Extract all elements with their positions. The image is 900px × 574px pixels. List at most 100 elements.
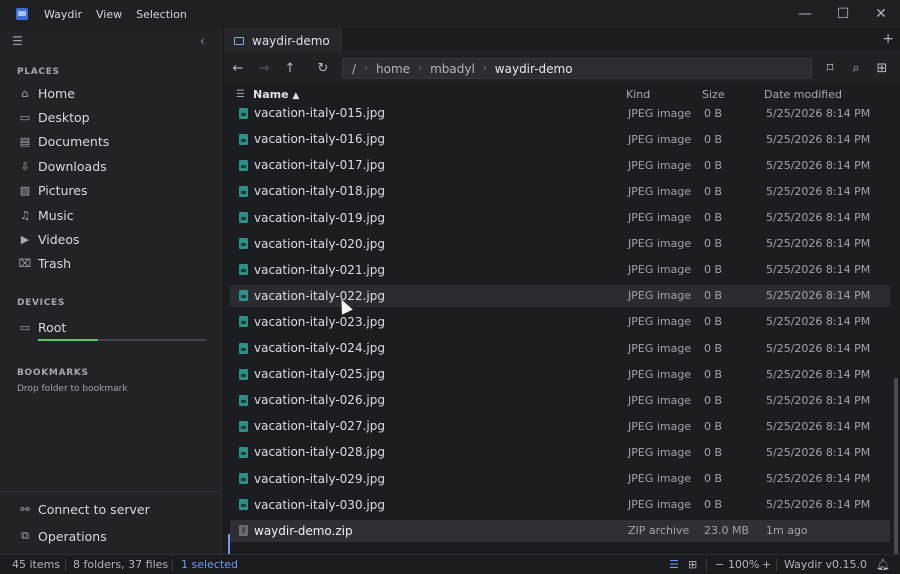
table-row[interactable]: vacation-italy-023.jpg JPEG image 0 B 5/25/… [230, 311, 890, 333]
back-icon[interactable]: ← [227, 58, 249, 78]
file-name: vacation-italy-023.jpg [254, 314, 385, 329]
minimize-icon[interactable]: — [786, 0, 824, 28]
sidebar-item-pictures[interactable]: ▨ Pictures [12, 179, 212, 203]
table-row[interactable]: vacation-italy-022.jpg JPEG image 0 B 5/25/… [230, 284, 890, 307]
column-name[interactable]: Name ▲ [253, 88, 299, 101]
table-row[interactable]: vacation-italy-029.jpg JPEG image 0 B 5/25/… [230, 468, 890, 490]
scrollbar-thumb[interactable] [894, 378, 898, 554]
collapse-sidebar-icon[interactable]: ‹ [200, 34, 205, 48]
sidebar-settings-icon[interactable]: ☰ [12, 34, 23, 48]
table-row[interactable]: vacation-italy-027.jpg JPEG image 0 B 5/25/… [230, 415, 890, 437]
pictures-icon: ▨ [19, 184, 31, 198]
file-kind: JPEG image [628, 315, 692, 329]
device-root[interactable]: ▭ Root [12, 315, 212, 339]
menu-view[interactable]: View [96, 8, 122, 21]
table-row[interactable]: vacation-italy-024.jpg JPEG image 0 B 5/25/… [230, 337, 890, 359]
file-date-modified: 1m ago [766, 524, 808, 538]
file-size: 0 B [704, 211, 723, 224]
file-list[interactable]: vacation-italy-014.jpgJPEG image0 B5/25/… [228, 88, 890, 554]
file-size: 0 B [704, 393, 723, 407]
image-file-icon [239, 133, 248, 145]
new-tab-icon[interactable]: + [882, 31, 894, 47]
sidebar: ☰ ‹ PLACES ⌂ Home ▭ Desktop ▤ Documents ⇩ Downl… [0, 28, 222, 554]
file-kind: JPEG image [628, 184, 692, 198]
maximize-icon[interactable]: ☐ [824, 0, 862, 28]
table-row[interactable]: vacation-italy-017.jpg JPEG image 0 B 5/25/… [230, 154, 890, 176]
breadcrumb-root[interactable]: / [352, 62, 356, 76]
sidebar-item-music[interactable]: ♫ Music [12, 203, 212, 227]
breadcrumb-mbadyl[interactable]: mbadyl [430, 62, 475, 76]
columns-settings-icon[interactable]: ☰ [236, 89, 245, 100]
breadcrumb[interactable]: / › home › mbadyl › waydir-demo [342, 58, 812, 79]
status-bar: 45 items 8 folders, 37 files 1 selected … [0, 554, 900, 574]
file-name: waydir-demo.zip [254, 523, 353, 538]
table-row[interactable]: vacation-italy-026.jpg JPEG image 0 B 5/25/… [230, 389, 890, 411]
table-row[interactable]: vacation-italy-016.jpg JPEG image 0 B 5/25/… [230, 128, 890, 150]
menu-waydir[interactable]: Waydir [44, 8, 82, 21]
operations-icon: ⧉ [21, 529, 29, 542]
up-icon[interactable]: ↑ [279, 58, 301, 78]
sidebar-item-videos[interactable]: ▶ Videos [12, 227, 212, 251]
image-file-icon [239, 238, 248, 250]
toolbar: ← → ↑ ↻ / › home › mbadyl › waydir-demo … [224, 54, 900, 82]
zoom-in-icon[interactable]: + [762, 558, 771, 571]
file-date-modified: 5/25/2026 8:14 PM [766, 367, 871, 381]
file-name: vacation-italy-026.jpg [254, 393, 385, 408]
sidebar-item-trash[interactable]: ⌧ Trash [12, 252, 212, 276]
file-date-modified: 5/25/2026 8:14 PM [766, 341, 871, 355]
scrollbar[interactable] [892, 88, 900, 554]
breadcrumb-current[interactable]: waydir-demo [495, 62, 573, 76]
list-view-icon[interactable]: ☰ [669, 558, 679, 571]
column-kind[interactable]: Kind [626, 88, 650, 101]
sidebar-item-documents[interactable]: ▤ Documents [12, 130, 212, 154]
menu-selection[interactable]: Selection [136, 8, 187, 21]
file-name: vacation-italy-018.jpg [254, 184, 385, 199]
file-date-modified: 5/25/2026 8:14 PM [766, 263, 871, 277]
table-row[interactable]: vacation-italy-021.jpg JPEG image 0 B 5/25/… [230, 259, 890, 281]
table-row[interactable]: vacation-italy-015.jpg JPEG image 0 B 5/25/… [230, 102, 890, 124]
file-size: 0 B [704, 237, 723, 251]
list-header: ☰ Name ▲ Kind Size Date modified [228, 86, 890, 102]
sidebar-item-home[interactable]: ⌂ Home [12, 81, 212, 105]
trash-icon: ⌧ [18, 257, 32, 271]
sidebar-item-desktop[interactable]: ▭ Desktop [12, 105, 212, 129]
places-heading: PLACES [17, 67, 60, 77]
file-date-modified: 5/25/2026 8:14 PM [766, 158, 871, 172]
table-row[interactable]: vacation-italy-028.jpg JPEG image 0 B 5/25/… [230, 441, 890, 463]
file-size: 0 B [704, 445, 723, 459]
app-logo-icon [16, 8, 28, 20]
operations-button[interactable]: ⧉ Operations [12, 524, 212, 548]
table-row[interactable]: vacation-italy-018.jpg JPEG image 0 B 5/25/… [230, 180, 890, 202]
table-row[interactable]: vacation-italy-030.jpg JPEG image 0 B 5/25/… [230, 494, 890, 516]
bookmark-icon[interactable]: ⌑ [819, 58, 841, 78]
table-row[interactable]: waydir-demo.zip ZIP archive 23.0 MB 1m ago [230, 519, 890, 542]
breadcrumb-home[interactable]: home [376, 62, 410, 76]
image-file-icon [239, 107, 248, 119]
close-icon[interactable]: ✕ [862, 0, 900, 28]
image-file-icon [239, 420, 248, 432]
search-icon[interactable]: ⌕ [845, 58, 867, 78]
table-row[interactable]: vacation-italy-020.jpg JPEG image 0 B 5/25/… [230, 233, 890, 255]
connect-to-server-button[interactable]: ⚯ Connect to server [12, 497, 212, 521]
new-folder-icon[interactable]: ⊞ [871, 58, 893, 78]
table-row[interactable]: vacation-italy-025.jpg JPEG image 0 B 5/25/… [230, 363, 890, 385]
forward-icon[interactable]: → [253, 58, 275, 78]
app-version: Waydir v0.15.0 [784, 558, 867, 571]
file-size: 0 B [704, 498, 723, 512]
sidebar-item-downloads[interactable]: ⇩ Downloads [12, 154, 212, 178]
column-date-modified[interactable]: Date modified [764, 88, 842, 101]
file-date-modified: 5/25/2026 8:14 PM [766, 419, 871, 433]
table-row[interactable]: vacation-italy-019.jpg JPEG image 0 B 5/25/… [230, 207, 890, 229]
devices-heading: DEVICES [17, 298, 66, 308]
grid-view-icon[interactable]: ⊞ [688, 558, 697, 571]
notifications-icon[interactable]: 🔔︎ [876, 558, 890, 571]
refresh-icon[interactable]: ↻ [312, 58, 334, 78]
column-size[interactable]: Size [702, 88, 725, 101]
breadcrumb-separator-icon: › [364, 63, 369, 74]
file-name: vacation-italy-025.jpg [254, 367, 385, 382]
file-kind: JPEG image [628, 237, 692, 251]
file-name: vacation-italy-020.jpg [254, 236, 385, 251]
tab-waydir-demo[interactable]: waydir-demo [224, 28, 342, 53]
sort-ascending-icon: ▲ [292, 90, 300, 101]
zoom-out-icon[interactable]: − [715, 558, 724, 571]
